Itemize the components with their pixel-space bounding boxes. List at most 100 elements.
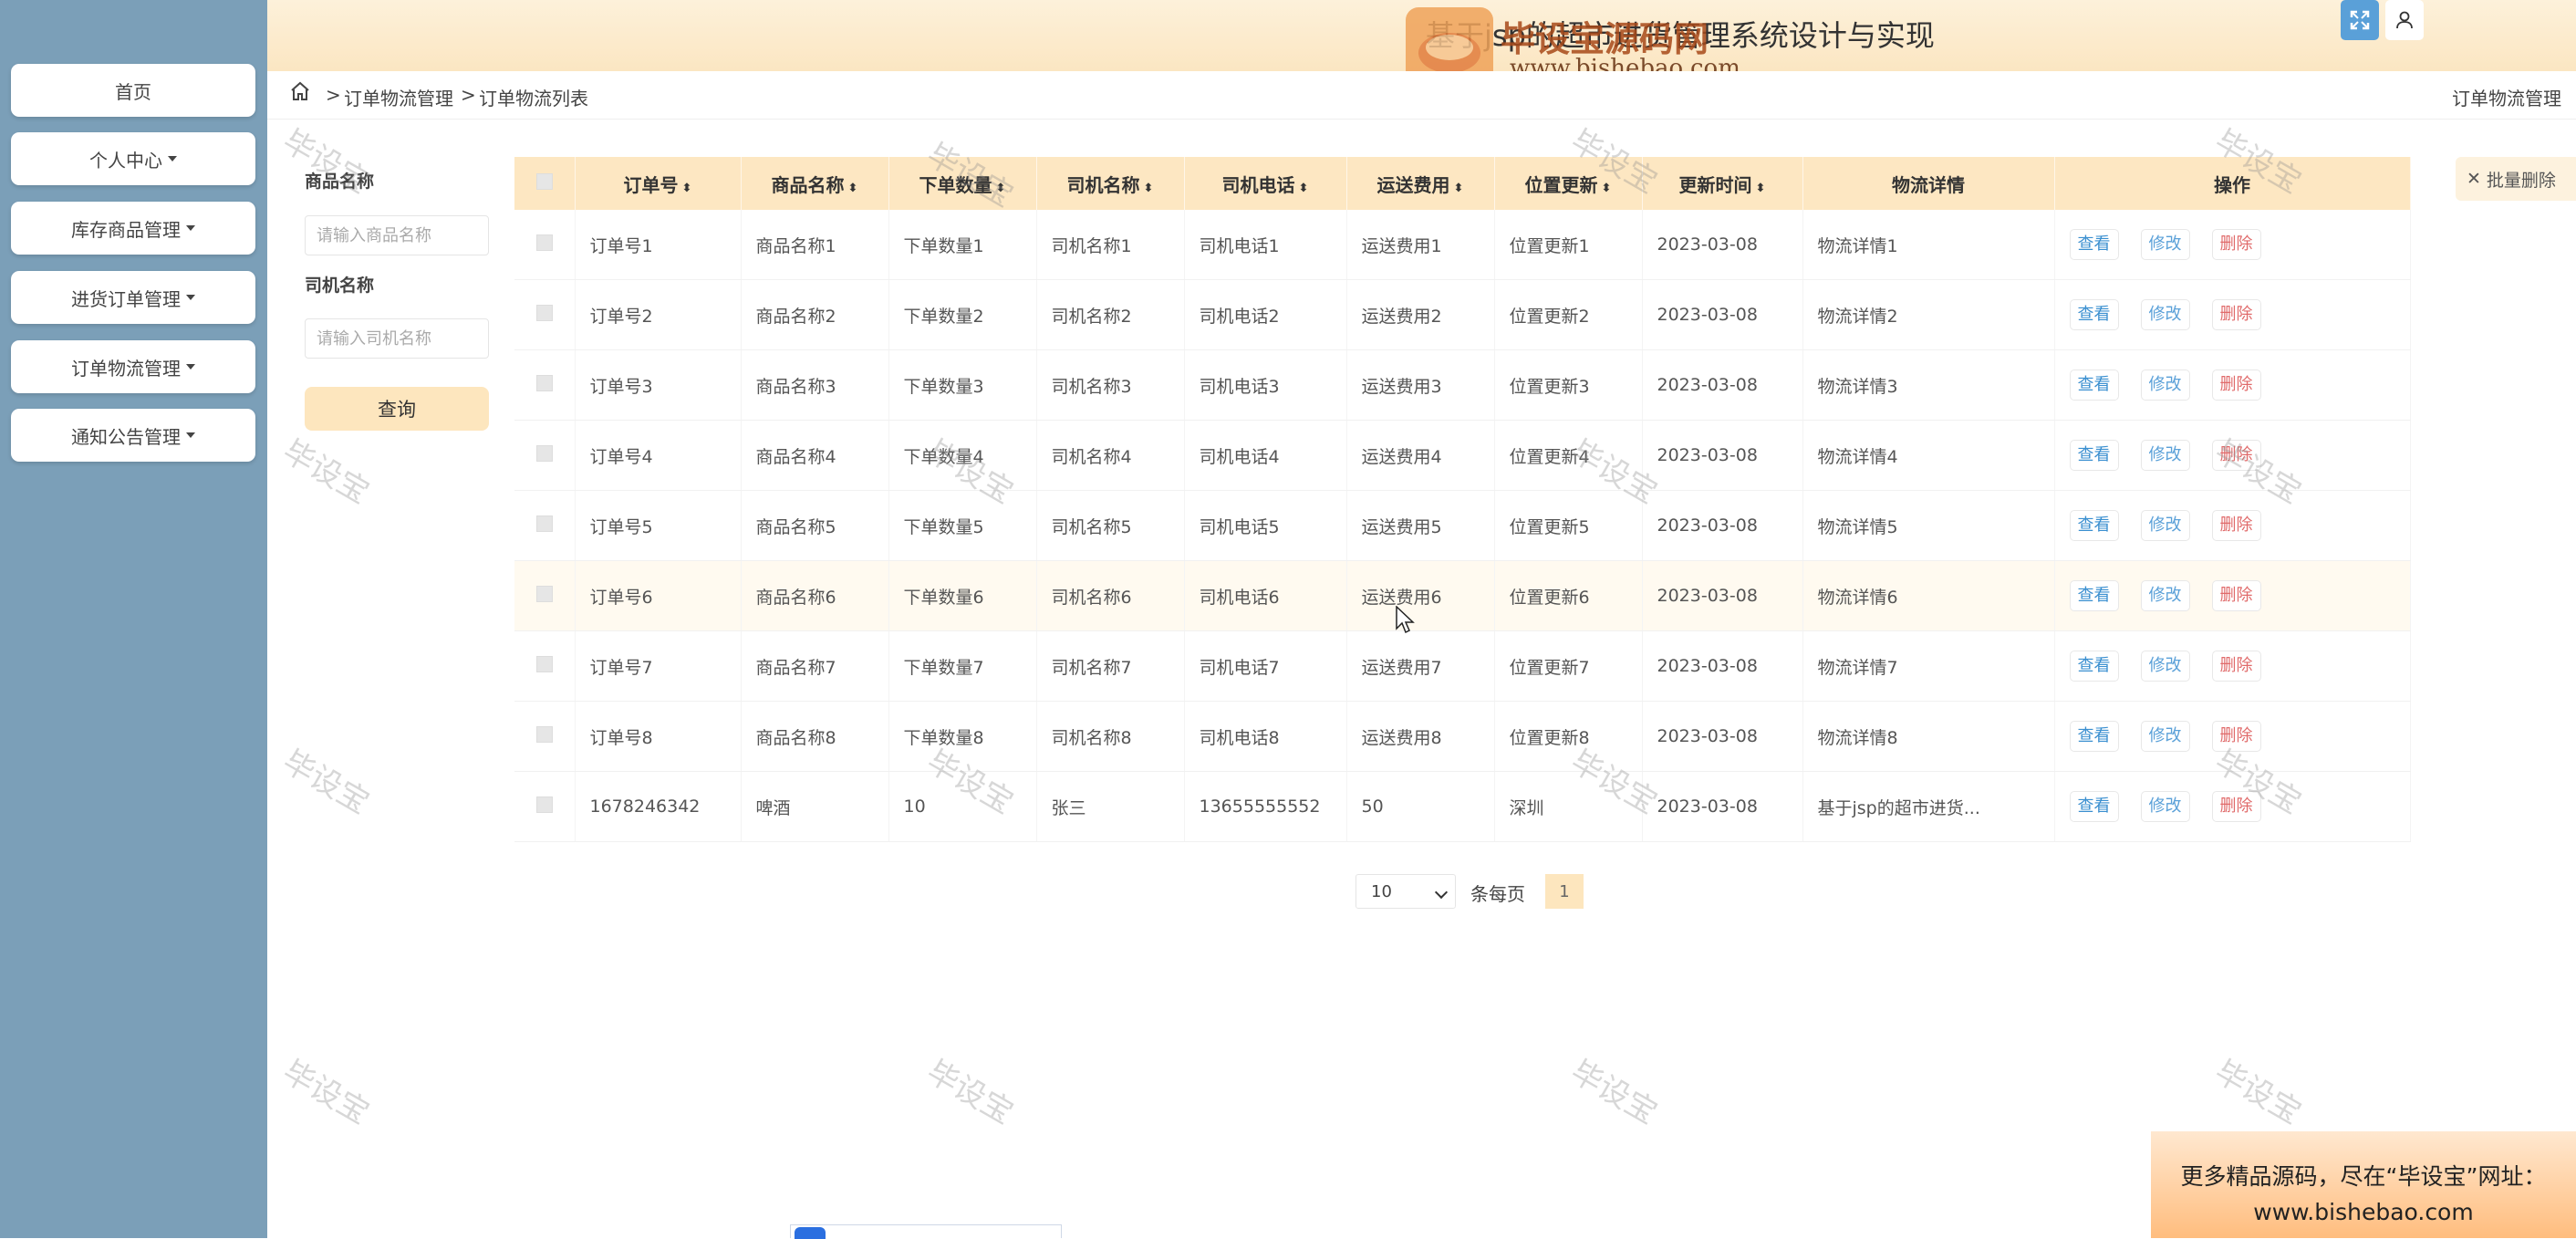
breadcrumb-separator: >	[461, 84, 476, 106]
chevron-down-icon	[1434, 885, 1449, 900]
column-header-location-update[interactable]: 位置更新 ⬍	[1494, 157, 1643, 210]
cell-logistics-detail: 物流详情5	[1802, 490, 2055, 561]
edit-button[interactable]: 修改	[2140, 299, 2190, 330]
delete-button[interactable]: 删除	[2211, 370, 2261, 401]
delete-button[interactable]: 删除	[2211, 580, 2261, 611]
cell-driver-phone: 13655555552	[1184, 771, 1347, 842]
delete-button[interactable]: 删除	[2211, 791, 2261, 822]
delete-button[interactable]: 删除	[2211, 440, 2261, 471]
view-button[interactable]: 查看	[2069, 229, 2119, 260]
sidebar-item-home[interactable]: 首页	[11, 64, 255, 117]
edit-button[interactable]: 修改	[2140, 651, 2190, 682]
edit-button[interactable]: 修改	[2140, 510, 2190, 541]
table-row: 订单号1 商品名称1 下单数量1 司机名称1 司机电话1 运送费用1 位置更新1 2023-0…	[514, 210, 2411, 280]
table-row: 订单号2 商品名称2 下单数量2 司机名称2 司机电话2 运送费用2 位置更新2 2023-0…	[514, 279, 2411, 350]
view-button[interactable]: 查看	[2069, 791, 2119, 822]
sidebar-item-order-logistics[interactable]: 订单物流管理	[11, 340, 255, 393]
column-header-order-no[interactable]: 订单号 ⬍	[575, 157, 742, 210]
cell-actions: 查看 修改 删除	[2054, 630, 2411, 702]
home-icon[interactable]	[289, 80, 311, 107]
edit-button[interactable]: 修改	[2140, 580, 2190, 611]
sort-icon: ⬍	[1755, 181, 1766, 195]
view-button[interactable]: 查看	[2069, 440, 2119, 471]
edit-button[interactable]: 修改	[2140, 229, 2190, 260]
column-header-quantity[interactable]: 下单数量 ⬍	[888, 157, 1037, 210]
sidebar-item-personal-center[interactable]: 个人中心	[11, 132, 255, 185]
view-button[interactable]: 查看	[2069, 370, 2119, 401]
cell-shipping-fee: 运送费用1	[1346, 210, 1495, 280]
driver-name-label: 司机名称	[305, 276, 375, 296]
cell-driver-phone: 司机电话7	[1184, 630, 1347, 702]
delete-button[interactable]: 删除	[2211, 510, 2261, 541]
delete-button[interactable]: 删除	[2211, 229, 2261, 260]
cell-update-time: 2023-03-08	[1642, 420, 1803, 491]
sidebar: 首页 个人中心 库存商品管理 进货订单管理 订单物流管理 通知公告管理	[0, 0, 267, 1238]
breadcrumb: > 订单物流管理 > 订单物流列表 订单物流管理	[267, 71, 2576, 120]
sidebar-item-inventory[interactable]: 库存商品管理	[11, 202, 255, 255]
cell-order-no: 订单号3	[575, 349, 742, 421]
cell-product-name: 商品名称1	[741, 210, 889, 280]
edit-button[interactable]: 修改	[2140, 370, 2190, 401]
select-all-checkbox[interactable]	[514, 157, 576, 210]
sort-icon: ⬍	[681, 181, 692, 195]
row-checkbox[interactable]	[514, 349, 576, 421]
column-header-product-name[interactable]: 商品名称 ⬍	[741, 157, 889, 210]
column-header-actions: 操作	[2054, 157, 2411, 210]
cell-shipping-fee: 运送费用5	[1346, 490, 1495, 561]
cell-quantity: 下单数量6	[888, 560, 1037, 631]
product-name-input[interactable]	[305, 215, 489, 255]
edit-button[interactable]: 修改	[2140, 721, 2190, 752]
row-checkbox[interactable]	[514, 771, 576, 842]
delete-button[interactable]: 删除	[2211, 651, 2261, 682]
row-checkbox[interactable]	[514, 210, 576, 280]
cell-update-time: 2023-03-08	[1642, 279, 1803, 350]
page-size-value: 10	[1371, 881, 1392, 901]
view-button[interactable]: 查看	[2069, 721, 2119, 752]
cell-quantity: 下单数量7	[888, 630, 1037, 702]
column-header-shipping-fee[interactable]: 运送费用 ⬍	[1346, 157, 1495, 210]
cell-location-update: 位置更新7	[1494, 630, 1643, 702]
cell-driver-name: 张三	[1036, 771, 1185, 842]
cell-product-name: 啤酒	[741, 771, 889, 842]
row-checkbox[interactable]	[514, 490, 576, 561]
row-checkbox[interactable]	[514, 701, 576, 772]
view-button[interactable]: 查看	[2069, 510, 2119, 541]
row-checkbox[interactable]	[514, 560, 576, 631]
delete-button[interactable]: 删除	[2211, 721, 2261, 752]
page-size-select[interactable]: 10	[1356, 874, 1456, 909]
column-header-update-time[interactable]: 更新时间 ⬍	[1642, 157, 1803, 210]
cell-location-update: 位置更新3	[1494, 349, 1643, 421]
sidebar-item-notices[interactable]: 通知公告管理	[11, 409, 255, 462]
cell-logistics-detail: 物流详情7	[1802, 630, 2055, 702]
row-checkbox[interactable]	[514, 630, 576, 702]
column-header-driver-name[interactable]: 司机名称 ⬍	[1036, 157, 1185, 210]
row-checkbox[interactable]	[514, 420, 576, 491]
row-checkbox[interactable]	[514, 279, 576, 350]
sidebar-item-purchase-orders[interactable]: 进货订单管理	[11, 271, 255, 324]
user-icon[interactable]	[2385, 0, 2424, 40]
view-button[interactable]: 查看	[2069, 299, 2119, 330]
sort-icon: ⬍	[847, 181, 858, 195]
cell-quantity: 10	[888, 771, 1037, 842]
page-number-button[interactable]: 1	[1545, 874, 1584, 909]
cell-driver-phone: 司机电话4	[1184, 420, 1347, 491]
ad-banner[interactable]: 更多精品源码，尽在“毕设宝”网址： www.bishebao.com	[2151, 1131, 2576, 1238]
fullscreen-icon[interactable]	[2341, 0, 2379, 40]
breadcrumb-item-order-logistics[interactable]: 订单物流管理	[344, 84, 453, 110]
table-row: 订单号5 商品名称5 下单数量5 司机名称5 司机电话5 运送费用5 位置更新5 2023-0…	[514, 490, 2411, 561]
query-button[interactable]: 查询	[305, 387, 489, 431]
delete-button[interactable]: 删除	[2211, 299, 2261, 330]
edit-button[interactable]: 修改	[2140, 791, 2190, 822]
watermark: 毕设宝	[276, 743, 376, 822]
batch-delete-button[interactable]: ✕ 批量删除	[2456, 157, 2576, 201]
ad-url: www.bishebao.com	[2253, 1199, 2474, 1225]
column-header-driver-phone[interactable]: 司机电话 ⬍	[1184, 157, 1347, 210]
cell-shipping-fee: 运送费用7	[1346, 630, 1495, 702]
view-button[interactable]: 查看	[2069, 651, 2119, 682]
driver-name-input[interactable]	[305, 318, 489, 359]
view-button[interactable]: 查看	[2069, 580, 2119, 611]
cell-quantity: 下单数量8	[888, 701, 1037, 772]
cell-driver-name: 司机名称5	[1036, 490, 1185, 561]
cell-product-name: 商品名称2	[741, 279, 889, 350]
edit-button[interactable]: 修改	[2140, 440, 2190, 471]
